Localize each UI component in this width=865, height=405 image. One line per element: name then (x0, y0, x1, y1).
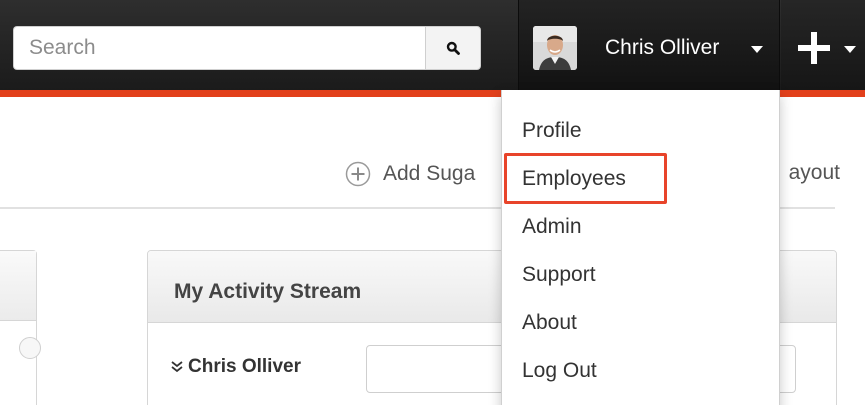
add-sugarlet-button[interactable]: Add Suga (345, 161, 475, 187)
quick-create-button[interactable] (781, 0, 865, 90)
search-icon (446, 41, 460, 55)
user-name: Chris Olliver (605, 36, 720, 59)
dashlet-header (0, 251, 36, 321)
dashlet-title: My Activity Stream (174, 280, 362, 303)
user-dropdown-menu: Profile Employees Admin Support About Lo… (501, 90, 780, 405)
user-menu-toggle[interactable]: Chris Olliver (518, 0, 780, 90)
top-navbar: Chris Olliver (0, 0, 865, 90)
stream-user-toggle[interactable]: Chris Olliver (170, 356, 301, 378)
menu-item-admin[interactable]: Admin (522, 215, 582, 239)
menu-item-support[interactable]: Support (522, 263, 596, 287)
add-circle-icon (345, 161, 371, 187)
menu-item-about[interactable]: About (522, 311, 577, 335)
menu-item-log-out[interactable]: Log Out (522, 359, 597, 383)
dashlet-control[interactable] (19, 337, 41, 359)
caret-down-icon (844, 46, 856, 53)
double-chevron-down-icon (171, 361, 183, 373)
search-button[interactable] (425, 26, 481, 70)
caret-down-icon (751, 46, 763, 53)
plus-icon (798, 32, 830, 64)
dashlet-left (0, 250, 41, 405)
highlight-box (504, 153, 667, 204)
add-sugarlet-label: Add Suga (383, 162, 476, 185)
avatar (533, 26, 577, 70)
search-input[interactable] (13, 26, 425, 70)
menu-item-profile[interactable]: Profile (522, 119, 582, 143)
stream-user-name: Chris Olliver (188, 356, 301, 377)
